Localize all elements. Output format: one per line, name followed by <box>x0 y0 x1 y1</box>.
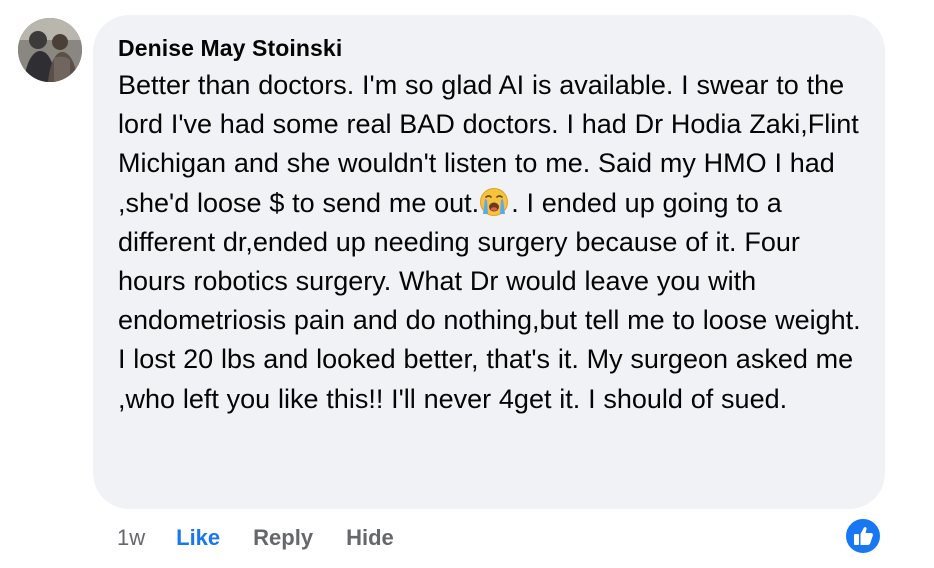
comment-text: Better than doctors. I'm so glad AI is a… <box>118 66 863 419</box>
comment-actions: 1w Like Reply Hide <box>117 522 394 554</box>
loudly-crying-face-icon <box>479 187 509 217</box>
thumbs-up-icon[interactable] <box>845 518 881 554</box>
comment-text-part-2: . I ended up going to a different dr,end… <box>118 187 861 414</box>
avatar[interactable] <box>18 18 82 82</box>
like-button[interactable]: Like <box>176 525 220 551</box>
hide-button[interactable]: Hide <box>346 525 394 551</box>
reply-button[interactable]: Reply <box>253 525 313 551</box>
comment-author[interactable]: Denise May Stoinski <box>118 33 863 63</box>
comment-timestamp[interactable]: 1w <box>117 525 145 551</box>
comment-bubble: Denise May Stoinski Better than doctors.… <box>93 15 885 509</box>
